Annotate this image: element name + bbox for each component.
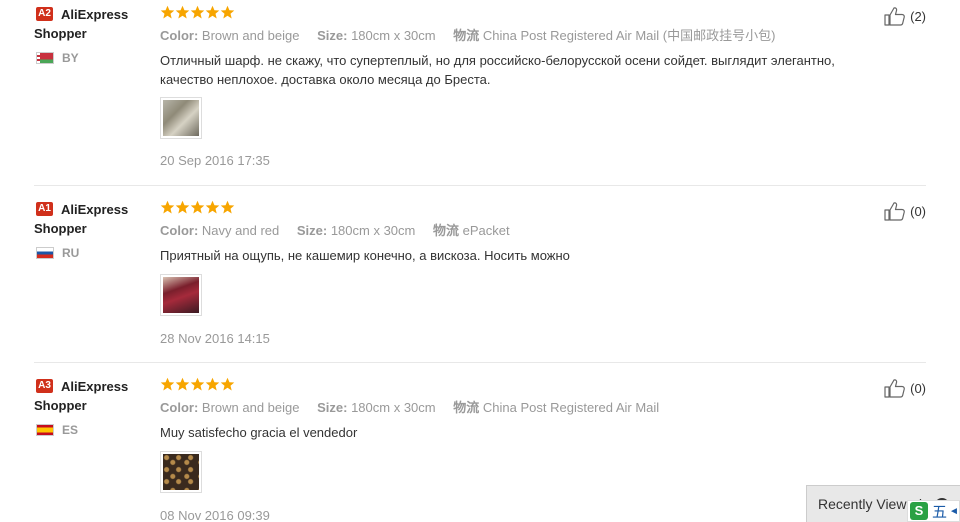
shipping-attribute: 物流 ePacket	[433, 222, 510, 240]
country-code: RU	[62, 246, 80, 260]
review-item: A1 AliExpress Shopper RU Color: Navy and…	[34, 195, 926, 363]
color-attribute: Color: Brown and beige	[160, 399, 299, 417]
star-icon	[205, 377, 220, 392]
shipping-attribute: 物流 China Post Registered Air Mail (中国邮政挂…	[453, 27, 775, 45]
thumbs-up-icon	[883, 6, 907, 26]
helpful-button[interactable]: (2)	[883, 6, 926, 26]
size-value: 180cm x 30cm	[351, 400, 436, 415]
ime-arrow-icon: ◄	[949, 505, 959, 517]
review-photo-thumbnail[interactable]	[160, 274, 202, 316]
review-date: 08 Nov 2016 09:39	[160, 508, 270, 522]
helpful-count: (2)	[910, 8, 926, 24]
reviewer-name: AliExpress Shopper	[34, 7, 129, 41]
color-value: Brown and beige	[201, 400, 300, 415]
star-icon	[220, 377, 235, 392]
reviewer-country: RU	[36, 246, 79, 260]
color-value: Brown and beige	[201, 28, 300, 43]
star-icon	[220, 5, 235, 20]
review-photo	[163, 454, 199, 490]
star-rating	[160, 377, 235, 393]
color-label: Color:	[160, 28, 199, 43]
star-icon	[205, 5, 220, 20]
review-photo	[163, 277, 199, 313]
country-code: BY	[62, 51, 79, 65]
size-attribute: Size: 180cm x 30cm	[317, 399, 436, 417]
star-rating	[160, 200, 235, 216]
spain-flag-icon	[36, 424, 54, 436]
shipping-value: ePacket	[462, 223, 510, 238]
order-attributes: Color: Brown and beige Size: 180cm x 30c…	[160, 27, 789, 45]
size-label: Size:	[317, 28, 348, 43]
star-icon	[160, 5, 175, 20]
review-date: 28 Nov 2016 14:15	[160, 331, 270, 346]
star-icon	[190, 200, 205, 215]
color-label: Color:	[160, 400, 199, 415]
helpful-button[interactable]: (0)	[883, 201, 926, 221]
order-attributes: Color: Brown and beige Size: 180cm x 30c…	[160, 399, 673, 417]
star-rating	[160, 5, 235, 21]
review-text: Приятный на ощупь, не кашемир конечно, а…	[160, 248, 570, 263]
star-icon	[175, 5, 190, 20]
ime-toolbar[interactable]: S 五 ◄	[907, 500, 960, 522]
star-icon	[160, 377, 175, 392]
color-value: Navy and red	[201, 223, 280, 238]
review-text: Muy satisfecho gracia el vendedor	[160, 425, 358, 440]
russia-flag-icon	[36, 247, 54, 259]
thumbs-up-icon	[883, 201, 907, 221]
size-attribute: Size: 180cm x 30cm	[297, 222, 416, 240]
shipping-label: 物流	[453, 400, 480, 415]
reviewer-country: BY	[36, 51, 79, 65]
helpful-count: (0)	[910, 203, 926, 219]
shipping-label: 物流	[433, 223, 460, 238]
thumbs-up-icon	[883, 378, 907, 398]
star-icon	[205, 200, 220, 215]
country-code: ES	[62, 423, 79, 437]
star-icon	[175, 200, 190, 215]
size-value: 180cm x 30cm	[330, 223, 416, 238]
star-icon	[190, 377, 205, 392]
reviewer-country: ES	[36, 423, 78, 437]
color-label: Color:	[160, 223, 199, 238]
size-attribute: Size: 180cm x 30cm	[317, 27, 436, 45]
belarus-flag-icon	[36, 52, 54, 64]
review-photo-thumbnail[interactable]	[160, 97, 202, 139]
size-value: 180cm x 30cm	[351, 28, 436, 43]
ime-mode-indicator[interactable]: 五	[932, 501, 947, 522]
reviewer-name: AliExpress Shopper	[34, 379, 129, 413]
color-attribute: Color: Brown and beige	[160, 27, 299, 45]
shipping-value: China Post Registered Air Mail	[482, 400, 660, 415]
review-date: 20 Sep 2016 17:35	[160, 153, 270, 168]
review-item: A2 AliExpress Shopper BY Color: Brown an…	[34, 0, 926, 186]
star-icon	[160, 200, 175, 215]
star-icon	[190, 5, 205, 20]
size-label: Size:	[296, 223, 328, 238]
shipping-value: China Post Registered Air Mail (中国邮政挂号小包…	[482, 28, 776, 43]
order-attributes: Color: Navy and red Size: 180cm x 30cm 物…	[160, 222, 524, 240]
color-attribute: Color: Navy and red	[160, 222, 279, 240]
review-item: A3 AliExpress Shopper ES Color: Brown an…	[34, 372, 926, 522]
shipping-label: 物流	[453, 28, 480, 43]
review-text: Отличный шарф. не скажу, что супертеплый…	[160, 53, 835, 87]
sogou-ime-icon[interactable]: S	[910, 502, 928, 520]
star-icon	[220, 200, 235, 215]
shipping-attribute: 物流 China Post Registered Air Mail	[453, 399, 659, 417]
reviewer-name: AliExpress Shopper	[34, 202, 129, 236]
helpful-button[interactable]: (0)	[883, 378, 926, 398]
review-photo	[163, 100, 199, 136]
review-photo-thumbnail[interactable]	[160, 451, 202, 493]
star-icon	[175, 377, 190, 392]
helpful-count: (0)	[910, 380, 926, 396]
size-label: Size:	[317, 400, 348, 415]
